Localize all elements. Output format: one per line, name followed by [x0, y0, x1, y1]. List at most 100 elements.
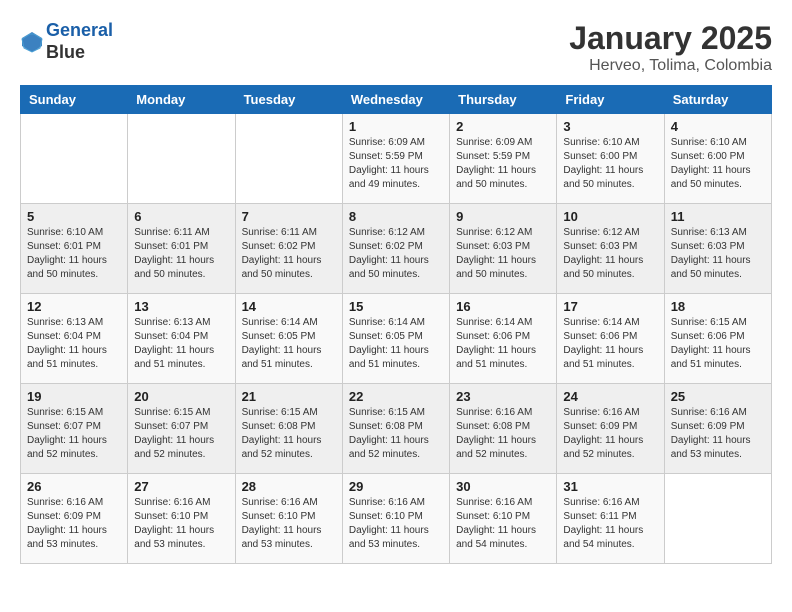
day-info: Sunrise: 6:12 AM Sunset: 6:03 PM Dayligh…	[563, 226, 657, 282]
calendar-cell: 20Sunrise: 6:15 AM Sunset: 6:07 PM Dayli…	[128, 384, 235, 474]
calendar-cell: 29Sunrise: 6:16 AM Sunset: 6:10 PM Dayli…	[342, 474, 449, 564]
day-info: Sunrise: 6:14 AM Sunset: 6:05 PM Dayligh…	[349, 316, 443, 372]
day-number: 24	[563, 389, 657, 404]
calendar-cell: 9 Sunrise: 6:12 AM Sunset: 6:03 PM Daylig…	[450, 204, 557, 294]
day-number: 29	[349, 479, 443, 494]
day-number: 11	[671, 209, 765, 224]
day-number: 21	[242, 389, 336, 404]
calendar-cell: 3Sunrise: 6:10 AM Sunset: 6:00 PM Daylig…	[557, 114, 664, 204]
day-info: Sunrise: 6:16 AM Sunset: 6:10 PM Dayligh…	[242, 496, 336, 552]
logo-line2: Blue	[46, 42, 113, 64]
calendar-cell: 23Sunrise: 6:16 AM Sunset: 6:08 PM Dayli…	[450, 384, 557, 474]
weekday-header-tuesday: Tuesday	[235, 86, 342, 114]
day-info: Sunrise: 6:16 AM Sunset: 6:09 PM Dayligh…	[27, 496, 121, 552]
calendar-cell	[235, 114, 342, 204]
day-number: 15	[349, 299, 443, 314]
weekday-header-row: SundayMondayTuesdayWednesdayThursdayFrid…	[21, 86, 772, 114]
day-number: 31	[563, 479, 657, 494]
calendar-cell: 16 Sunrise: 6:14 AM Sunset: 6:06 PM Dayli…	[450, 294, 557, 384]
calendar-cell	[664, 474, 771, 564]
day-number: 5	[27, 209, 121, 224]
day-info: Sunrise: 6:12 AM Sunset: 6:02 PM Dayligh…	[349, 226, 443, 282]
calendar-cell: 13Sunrise: 6:13 AM Sunset: 6:04 PM Dayli…	[128, 294, 235, 384]
weekday-header-saturday: Saturday	[664, 86, 771, 114]
day-number: 28	[242, 479, 336, 494]
calendar-cell: 6 Sunrise: 6:11 AM Sunset: 6:01 PM Daylig…	[128, 204, 235, 294]
day-info: Sunrise: 6:10 AM Sunset: 6:00 PM Dayligh…	[671, 136, 765, 192]
week-row-3: 12 Sunrise: 6:13 AM Sunset: 6:04 PM Dayli…	[21, 294, 772, 384]
calendar-cell: 4 Sunrise: 6:10 AM Sunset: 6:00 PM Daylig…	[664, 114, 771, 204]
day-number: 10	[563, 209, 657, 224]
calendar-cell: 2Sunrise: 6:09 AM Sunset: 5:59 PM Daylig…	[450, 114, 557, 204]
calendar-cell: 1Sunrise: 6:09 AM Sunset: 5:59 PM Daylig…	[342, 114, 449, 204]
calendar-table: SundayMondayTuesdayWednesdayThursdayFrid…	[20, 85, 772, 564]
calendar-cell: 5Sunrise: 6:10 AM Sunset: 6:01 PM Daylig…	[21, 204, 128, 294]
day-info: Sunrise: 6:16 AM Sunset: 6:09 PM Dayligh…	[671, 406, 765, 462]
day-number: 17	[563, 299, 657, 314]
calendar-cell: 7 Sunrise: 6:11 AM Sunset: 6:02 PM Daylig…	[235, 204, 342, 294]
day-info: Sunrise: 6:11 AM Sunset: 6:02 PM Dayligh…	[242, 226, 336, 282]
day-number: 12	[27, 299, 121, 314]
title-block: January 2025 Herveo, Tolima, Colombia	[569, 20, 772, 75]
calendar-cell: 25Sunrise: 6:16 AM Sunset: 6:09 PM Dayli…	[664, 384, 771, 474]
day-number: 9	[456, 209, 550, 224]
weekday-header-wednesday: Wednesday	[342, 86, 449, 114]
day-info: Sunrise: 6:16 AM Sunset: 6:09 PM Dayligh…	[563, 406, 657, 462]
calendar-cell: 10 Sunrise: 6:12 AM Sunset: 6:03 PM Dayli…	[557, 204, 664, 294]
logo: General Blue	[20, 20, 113, 63]
logo-text: General Blue	[46, 20, 113, 63]
day-info: Sunrise: 6:15 AM Sunset: 6:08 PM Dayligh…	[349, 406, 443, 462]
day-number: 30	[456, 479, 550, 494]
day-info: Sunrise: 6:16 AM Sunset: 6:08 PM Dayligh…	[456, 406, 550, 462]
week-row-5: 26Sunrise: 6:16 AM Sunset: 6:09 PM Dayli…	[21, 474, 772, 564]
day-number: 22	[349, 389, 443, 404]
weekday-header-sunday: Sunday	[21, 86, 128, 114]
day-number: 4	[671, 119, 765, 134]
day-info: Sunrise: 6:13 AM Sunset: 6:04 PM Dayligh…	[27, 316, 121, 372]
day-number: 20	[134, 389, 228, 404]
week-row-4: 19Sunrise: 6:15 AM Sunset: 6:07 PM Dayli…	[21, 384, 772, 474]
day-info: Sunrise: 6:14 AM Sunset: 6:06 PM Dayligh…	[563, 316, 657, 372]
day-info: Sunrise: 6:16 AM Sunset: 6:10 PM Dayligh…	[134, 496, 228, 552]
day-number: 16	[456, 299, 550, 314]
day-info: Sunrise: 6:14 AM Sunset: 6:05 PM Dayligh…	[242, 316, 336, 372]
week-row-2: 5Sunrise: 6:10 AM Sunset: 6:01 PM Daylig…	[21, 204, 772, 294]
calendar-cell: 15 Sunrise: 6:14 AM Sunset: 6:05 PM Dayli…	[342, 294, 449, 384]
day-info: Sunrise: 6:15 AM Sunset: 6:06 PM Dayligh…	[671, 316, 765, 372]
calendar-cell: 11 Sunrise: 6:13 AM Sunset: 6:03 PM Dayli…	[664, 204, 771, 294]
logo-icon	[20, 30, 44, 54]
calendar-cell	[128, 114, 235, 204]
day-info: Sunrise: 6:11 AM Sunset: 6:01 PM Dayligh…	[134, 226, 228, 282]
day-number: 13	[134, 299, 228, 314]
day-number: 6	[134, 209, 228, 224]
calendar-cell: 19Sunrise: 6:15 AM Sunset: 6:07 PM Dayli…	[21, 384, 128, 474]
calendar-cell: 31 Sunrise: 6:16 AM Sunset: 6:11 PM Dayli…	[557, 474, 664, 564]
weekday-header-monday: Monday	[128, 86, 235, 114]
calendar-cell: 14 Sunrise: 6:14 AM Sunset: 6:05 PM Dayli…	[235, 294, 342, 384]
day-info: Sunrise: 6:12 AM Sunset: 6:03 PM Dayligh…	[456, 226, 550, 282]
calendar-cell: 26Sunrise: 6:16 AM Sunset: 6:09 PM Dayli…	[21, 474, 128, 564]
day-number: 7	[242, 209, 336, 224]
calendar-cell: 8Sunrise: 6:12 AM Sunset: 6:02 PM Daylig…	[342, 204, 449, 294]
week-row-1: 1Sunrise: 6:09 AM Sunset: 5:59 PM Daylig…	[21, 114, 772, 204]
day-info: Sunrise: 6:16 AM Sunset: 6:10 PM Dayligh…	[456, 496, 550, 552]
page-header: General Blue January 2025 Herveo, Tolima…	[20, 20, 772, 75]
day-info: Sunrise: 6:13 AM Sunset: 6:03 PM Dayligh…	[671, 226, 765, 282]
day-number: 3	[563, 119, 657, 134]
calendar-cell: 12 Sunrise: 6:13 AM Sunset: 6:04 PM Dayli…	[21, 294, 128, 384]
location: Herveo, Tolima, Colombia	[569, 57, 772, 75]
day-info: Sunrise: 6:15 AM Sunset: 6:08 PM Dayligh…	[242, 406, 336, 462]
calendar-cell	[21, 114, 128, 204]
day-number: 14	[242, 299, 336, 314]
calendar-cell: 27Sunrise: 6:16 AM Sunset: 6:10 PM Dayli…	[128, 474, 235, 564]
weekday-header-friday: Friday	[557, 86, 664, 114]
calendar-cell: 24 Sunrise: 6:16 AM Sunset: 6:09 PM Dayli…	[557, 384, 664, 474]
day-info: Sunrise: 6:09 AM Sunset: 5:59 PM Dayligh…	[456, 136, 550, 192]
weekday-header-thursday: Thursday	[450, 86, 557, 114]
day-info: Sunrise: 6:14 AM Sunset: 6:06 PM Dayligh…	[456, 316, 550, 372]
calendar-cell: 28 Sunrise: 6:16 AM Sunset: 6:10 PM Dayli…	[235, 474, 342, 564]
calendar-cell: 18Sunrise: 6:15 AM Sunset: 6:06 PM Dayli…	[664, 294, 771, 384]
day-number: 19	[27, 389, 121, 404]
logo-line1: General	[46, 20, 113, 40]
day-info: Sunrise: 6:16 AM Sunset: 6:11 PM Dayligh…	[563, 496, 657, 552]
